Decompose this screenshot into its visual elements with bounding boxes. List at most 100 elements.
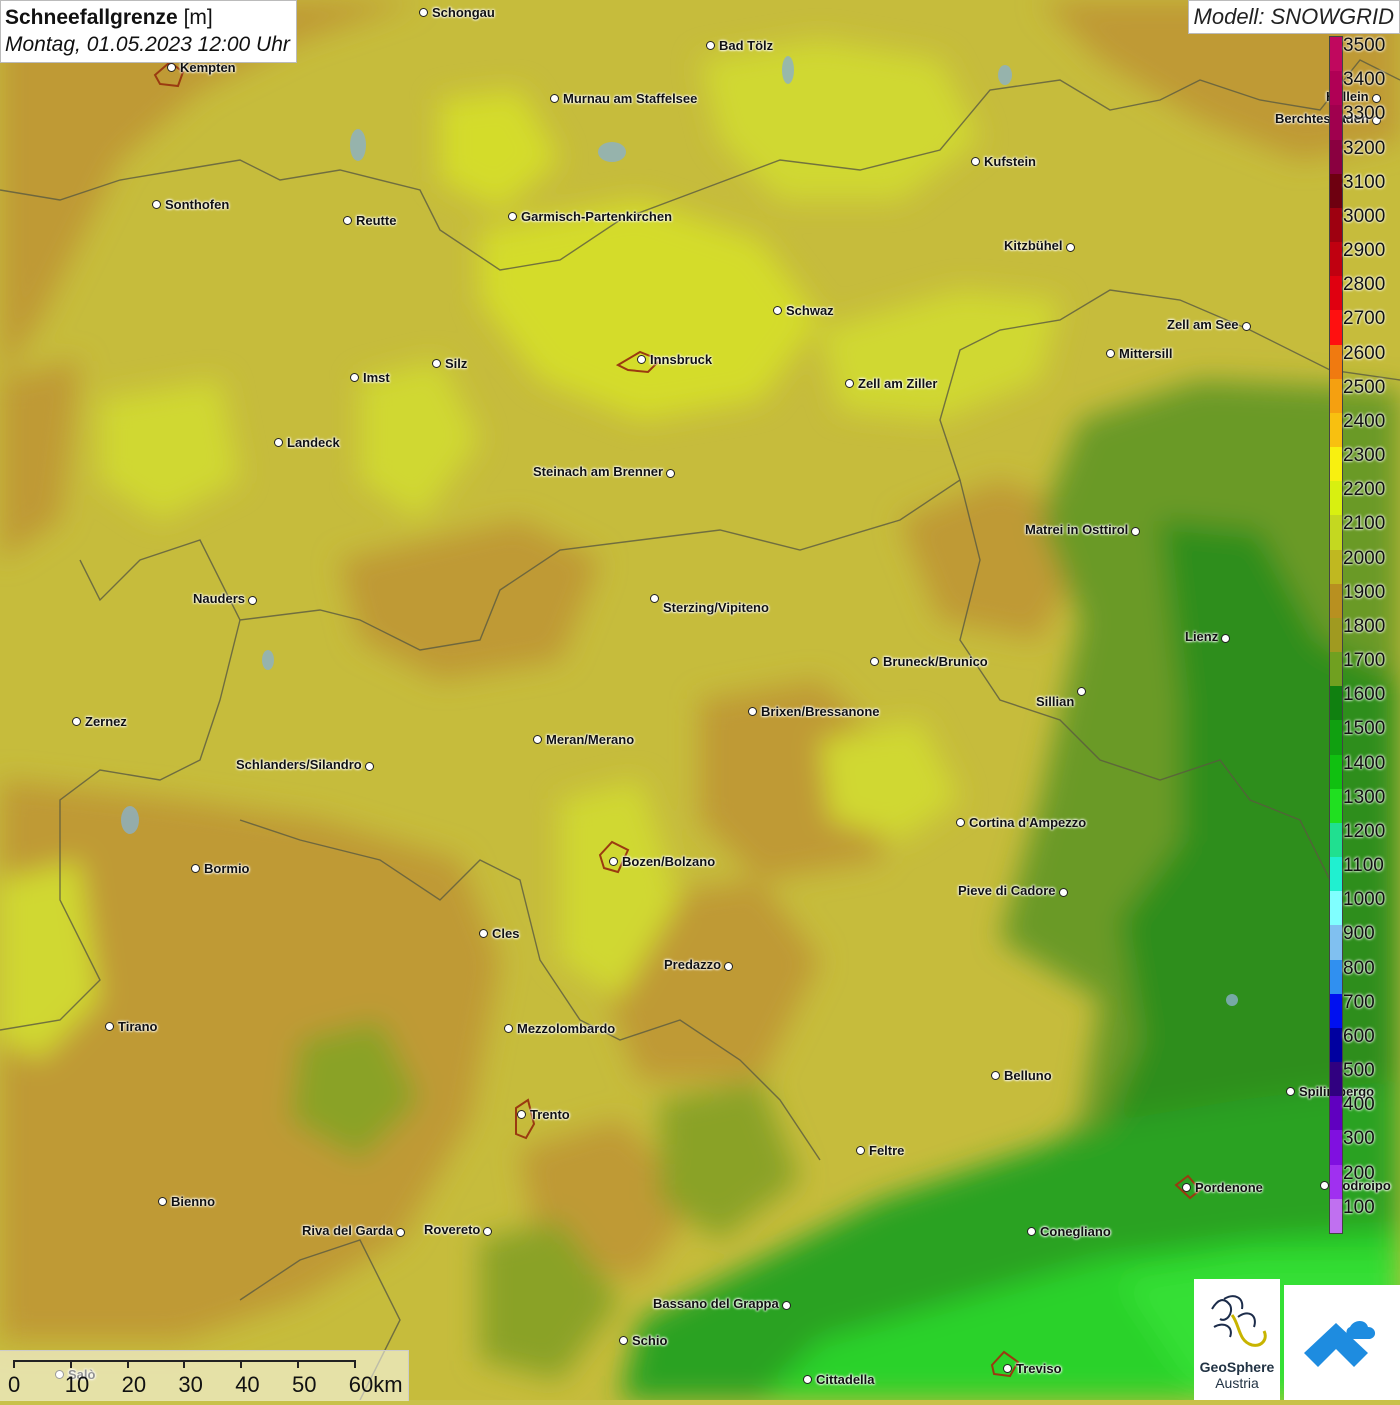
map-datetime: Montag, 01.05.2023 12:00 Uhr [5,33,290,56]
city-marker [1221,634,1230,643]
color-legend [1329,36,1343,1234]
city-label: Matrei in Osttirol [1025,522,1129,537]
city-label: Brixen/Bressanone [761,704,880,719]
legend-swatch [1330,242,1342,277]
city-marker [1242,322,1251,331]
scale-label: 30 [178,1372,203,1397]
legend-label: 500 [1343,1060,1375,1082]
city-marker [650,594,659,603]
city-marker [666,469,675,478]
city-label: Schongau [432,5,495,20]
legend-label: 1700 [1343,650,1386,672]
model-label: Modell: SNOWGRID [1187,0,1400,34]
city-label: Bormio [204,861,250,876]
legend-label: 2800 [1343,274,1386,296]
legend-swatch [1330,822,1342,858]
legend-swatch [1330,891,1342,926]
legend-swatch [1330,754,1342,790]
city-label: Bienno [171,1194,216,1209]
city-marker [856,1146,865,1155]
city-label: Schlanders/Silandro [236,757,362,772]
city-label: Steinach am Brenner [533,464,664,479]
city-label: Cortina d'Ampezzo [969,815,1087,830]
legend-swatch [1330,71,1342,106]
legend-swatch [1330,788,1342,824]
city-marker [724,962,733,971]
legend-label: 1000 [1343,889,1386,911]
legend-label: 2600 [1343,342,1386,364]
legend-swatch [1330,857,1342,892]
city-label: Trento [530,1107,570,1122]
legend-label: 600 [1343,1025,1375,1047]
city-marker [483,1227,492,1236]
legend-swatch [1330,583,1342,619]
city-marker [1182,1183,1191,1192]
city-label: Reutte [356,213,397,228]
legend-label: 3400 [1343,69,1386,91]
legend-swatch [1330,481,1342,516]
city-marker [1077,687,1086,696]
city-marker [419,8,428,17]
legend-label: 2500 [1343,376,1386,398]
scale-label: 10 [64,1372,90,1397]
city-label: Tirano [118,1019,158,1034]
city-label: Garmisch-Partenkirchen [521,209,673,224]
legend-label: 1100 [1343,855,1384,877]
scale-tick [353,1360,356,1368]
city-label: Feltre [869,1143,905,1158]
city-label: Zernez [85,714,127,729]
city-marker [274,438,283,447]
city-label: Bruneck/Brunico [883,654,988,669]
legend-swatch [1330,1062,1342,1097]
legend-label: 400 [1343,1094,1375,1116]
legend-swatch [1330,105,1342,140]
city-label: Belluno [1004,1068,1052,1083]
legend-label: 2300 [1343,445,1386,467]
legend-label: 3200 [1343,137,1386,159]
city-label: Sterzing/Vipiteno [663,600,769,615]
city-marker [619,1336,628,1345]
legend-swatch [1330,1164,1342,1200]
city-marker [845,379,854,388]
city-marker [191,864,200,873]
city-marker [550,94,559,103]
city-label: Sillian [1036,694,1075,709]
city-marker [1066,243,1075,252]
city-label: Conegliano [1040,1224,1111,1239]
legend-swatch [1330,720,1342,756]
legend-swatch [1330,173,1342,209]
weather-app-logo [1284,1285,1400,1400]
city-label: Rovereto [424,1222,481,1237]
city-label: Zell am See [1167,317,1239,332]
city-marker [504,1024,513,1033]
legend-label: 3000 [1343,205,1386,227]
scale-bar: 0 10 20 30 40 50 60km [0,1350,409,1401]
scale-label: 20 [121,1372,147,1397]
city-marker [1131,527,1140,536]
legend-label: 3100 [1343,171,1386,193]
city-marker [1027,1227,1036,1236]
legend-swatch [1330,925,1342,961]
legend-swatch [1330,378,1342,414]
map[interactable]: Schongau Bad Tölz Kempten Murnau am Staffel… [0,0,1400,1400]
city-label: Mittersill [1119,346,1173,361]
city-marker [1059,888,1068,897]
city-label: Landeck [287,435,340,450]
scale-label: 0 [8,1372,21,1397]
legend-swatch [1330,139,1342,175]
map-unit: [m] [183,6,213,29]
city-label: Cittadella [816,1372,875,1387]
city-marker [1320,1181,1329,1190]
austria-text: Austria [1215,1375,1259,1391]
legend-swatch [1330,207,1342,243]
city-marker [773,306,782,315]
city-marker [782,1301,791,1310]
scale-tick [69,1360,72,1368]
geosphere-mark-icon [1211,1295,1267,1347]
legend-swatch [1330,1027,1342,1063]
legend-swatch [1330,276,1342,311]
city-marker [152,200,161,209]
city-label: Treviso [1016,1361,1062,1376]
legend-swatch [1330,310,1342,346]
legend-swatch [1330,993,1342,1029]
